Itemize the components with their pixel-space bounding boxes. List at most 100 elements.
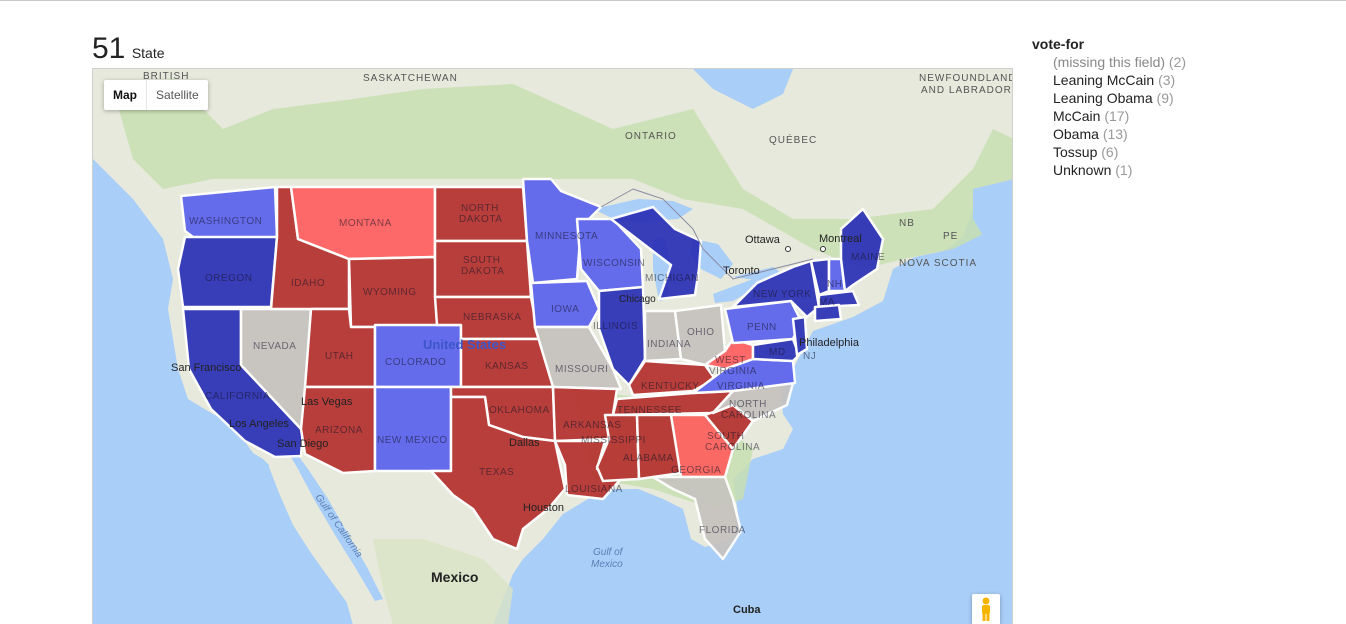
label-philadelphia: Philadelphia [799,337,860,349]
result-count: 51 [92,32,126,65]
facet-item-mccain[interactable]: McCain (17) [1053,107,1332,125]
map-canvas[interactable]: BRITISHCOLUMBIA SASKATCHEWAN NEWFOUNDLAN… [93,69,1013,624]
label-penn: PENN [747,322,777,333]
label-georgia: GEORGIA [671,465,721,476]
label-montreal: Montreal [819,233,862,245]
label-maine: MAINE [851,252,885,263]
pegman-icon [982,597,990,621]
facet-item-leaning-mccain[interactable]: Leaning McCain (3) [1053,71,1332,89]
state-new-mexico[interactable] [373,385,453,473]
facet-item-label: (missing this field) [1053,54,1166,70]
label-new-york: NEW YORK [753,289,811,300]
facet-item-count: (13) [1102,126,1128,142]
label-dallas: Dallas [509,437,540,449]
label-arizona: ARIZONA [315,425,363,436]
label-missouri: MISSOURI [555,364,608,375]
label-chicago: Chicago [619,294,656,305]
label-tennessee: TENNESSEE [617,405,682,416]
facet-item-obama[interactable]: Obama (13) [1053,125,1332,143]
map-type-control: Map Satellite [104,80,208,110]
label-washington: WASHINGTON [189,216,262,227]
label-san-francisco: San Francisco [171,362,241,374]
label-utah: UTAH [325,351,353,362]
facet-title: vote-for [1032,36,1085,52]
label-alabama: ALABAMA [623,453,674,464]
ottawa-dot [785,246,791,252]
facet-item-count: (9) [1156,90,1174,106]
state-washington[interactable] [179,185,279,245]
label-nova-scotia: NOVA SCOTIA [899,258,977,269]
label-minnesota: MINNESOTA [535,231,598,242]
label-louisiana: LOUISIANA [565,484,623,495]
facet-item-label: McCain [1053,108,1101,124]
label-los-angeles: Los Angeles [229,418,289,430]
facet-item-leaning-obama[interactable]: Leaning Obama (9) [1053,89,1332,107]
label-saskatchewan: SASKATCHEWAN [363,73,458,84]
label-ottawa: Ottawa [745,234,781,246]
label-colorado: COLORADO [385,357,446,368]
facet-item-label: Tossup [1053,144,1098,160]
label-north-dakota: NORTH DAKOTA [459,203,502,225]
label-wyoming: WYOMING [363,287,417,298]
label-wisconsin: WISCONSIN [583,258,645,269]
map-type-map-button[interactable]: Map [104,80,146,110]
label-oklahoma: OKLAHOMA [489,405,550,416]
facet-item-label: Unknown [1053,162,1112,178]
label-las-vegas: Las Vegas [301,396,353,408]
label-united-states: United States [423,337,506,352]
label-pe: PE [943,231,958,242]
state-colorado[interactable] [373,323,463,389]
label-mexico: Mexico [431,569,478,585]
label-nevada: NEVADA [253,341,296,352]
montreal-dot [820,246,826,252]
label-ontario: ONTARIO [625,131,677,142]
facet-item-unknown[interactable]: Unknown (1) [1053,161,1332,179]
label-kansas: KANSAS [485,361,529,372]
label-oregon: OREGON [205,273,252,284]
label-quebec: QUÉBEC [769,133,817,146]
label-nj: NJ [803,351,816,362]
label-mississippi: MISSISSIPPI [581,435,646,446]
facet-item-tossup[interactable]: Tossup (6) [1053,143,1332,161]
label-toronto: Toronto [723,265,760,277]
facet-item-count: (2) [1168,54,1187,70]
label-california: CALIFORNIA [205,391,270,402]
label-florida: FLORIDA [699,525,746,536]
facet-item-missing[interactable]: (missing this field) (2) [1053,53,1332,71]
facet-item-count: (17) [1104,108,1130,124]
top-divider [0,0,1346,1]
label-iowa: IOWA [551,304,579,315]
label-virginia: VIRGINIA [717,381,765,392]
result-count-header: 51 State [92,32,165,66]
label-illinois: ILLINOIS [593,321,638,332]
result-type-label: State [131,45,165,61]
label-ohio: OHIO [687,327,715,338]
label-michigan: MICHIGAN [645,273,699,284]
label-houston: Houston [523,502,564,514]
label-nebraska: NEBRASKA [463,312,521,323]
facet-item-label: Leaning McCain [1053,72,1155,88]
label-newfoundland: NEWFOUNDLAND AND LABRADOR [919,73,1013,96]
label-san-diego: San Diego [277,438,328,450]
label-nb: NB [899,218,915,229]
street-view-pegman[interactable] [972,594,1000,624]
map-view[interactable]: BRITISHCOLUMBIA SASKATCHEWAN NEWFOUNDLAN… [92,68,1013,624]
label-texas: TEXAS [479,467,514,478]
facet-item-label: Leaning Obama [1053,90,1153,106]
facet-item-count: (6) [1101,144,1119,160]
map-type-satellite-button[interactable]: Satellite [146,80,208,110]
label-south-dakota: SOUTH DAKOTA [461,255,504,277]
facet-item-label: Obama [1053,126,1099,142]
label-md: MD [769,347,786,358]
label-idaho: IDAHO [291,278,325,289]
facet-item-count: (1) [1115,162,1133,178]
facet-item-count: (3) [1158,72,1176,88]
label-arkansas: ARKANSAS [563,420,621,431]
label-kentucky: KENTUCKY [641,381,699,392]
label-indiana: INDIANA [647,339,691,350]
label-gulf-of-mexico: Gulf of Mexico [591,547,624,570]
facet-list: (missing this field) (2) Leaning McCain … [1032,53,1332,179]
state-oregon[interactable] [176,235,279,309]
label-new-mexico: NEW MEXICO [377,435,448,446]
vote-for-facet: vote-for (missing this field) (2) Leanin… [1032,36,1332,179]
